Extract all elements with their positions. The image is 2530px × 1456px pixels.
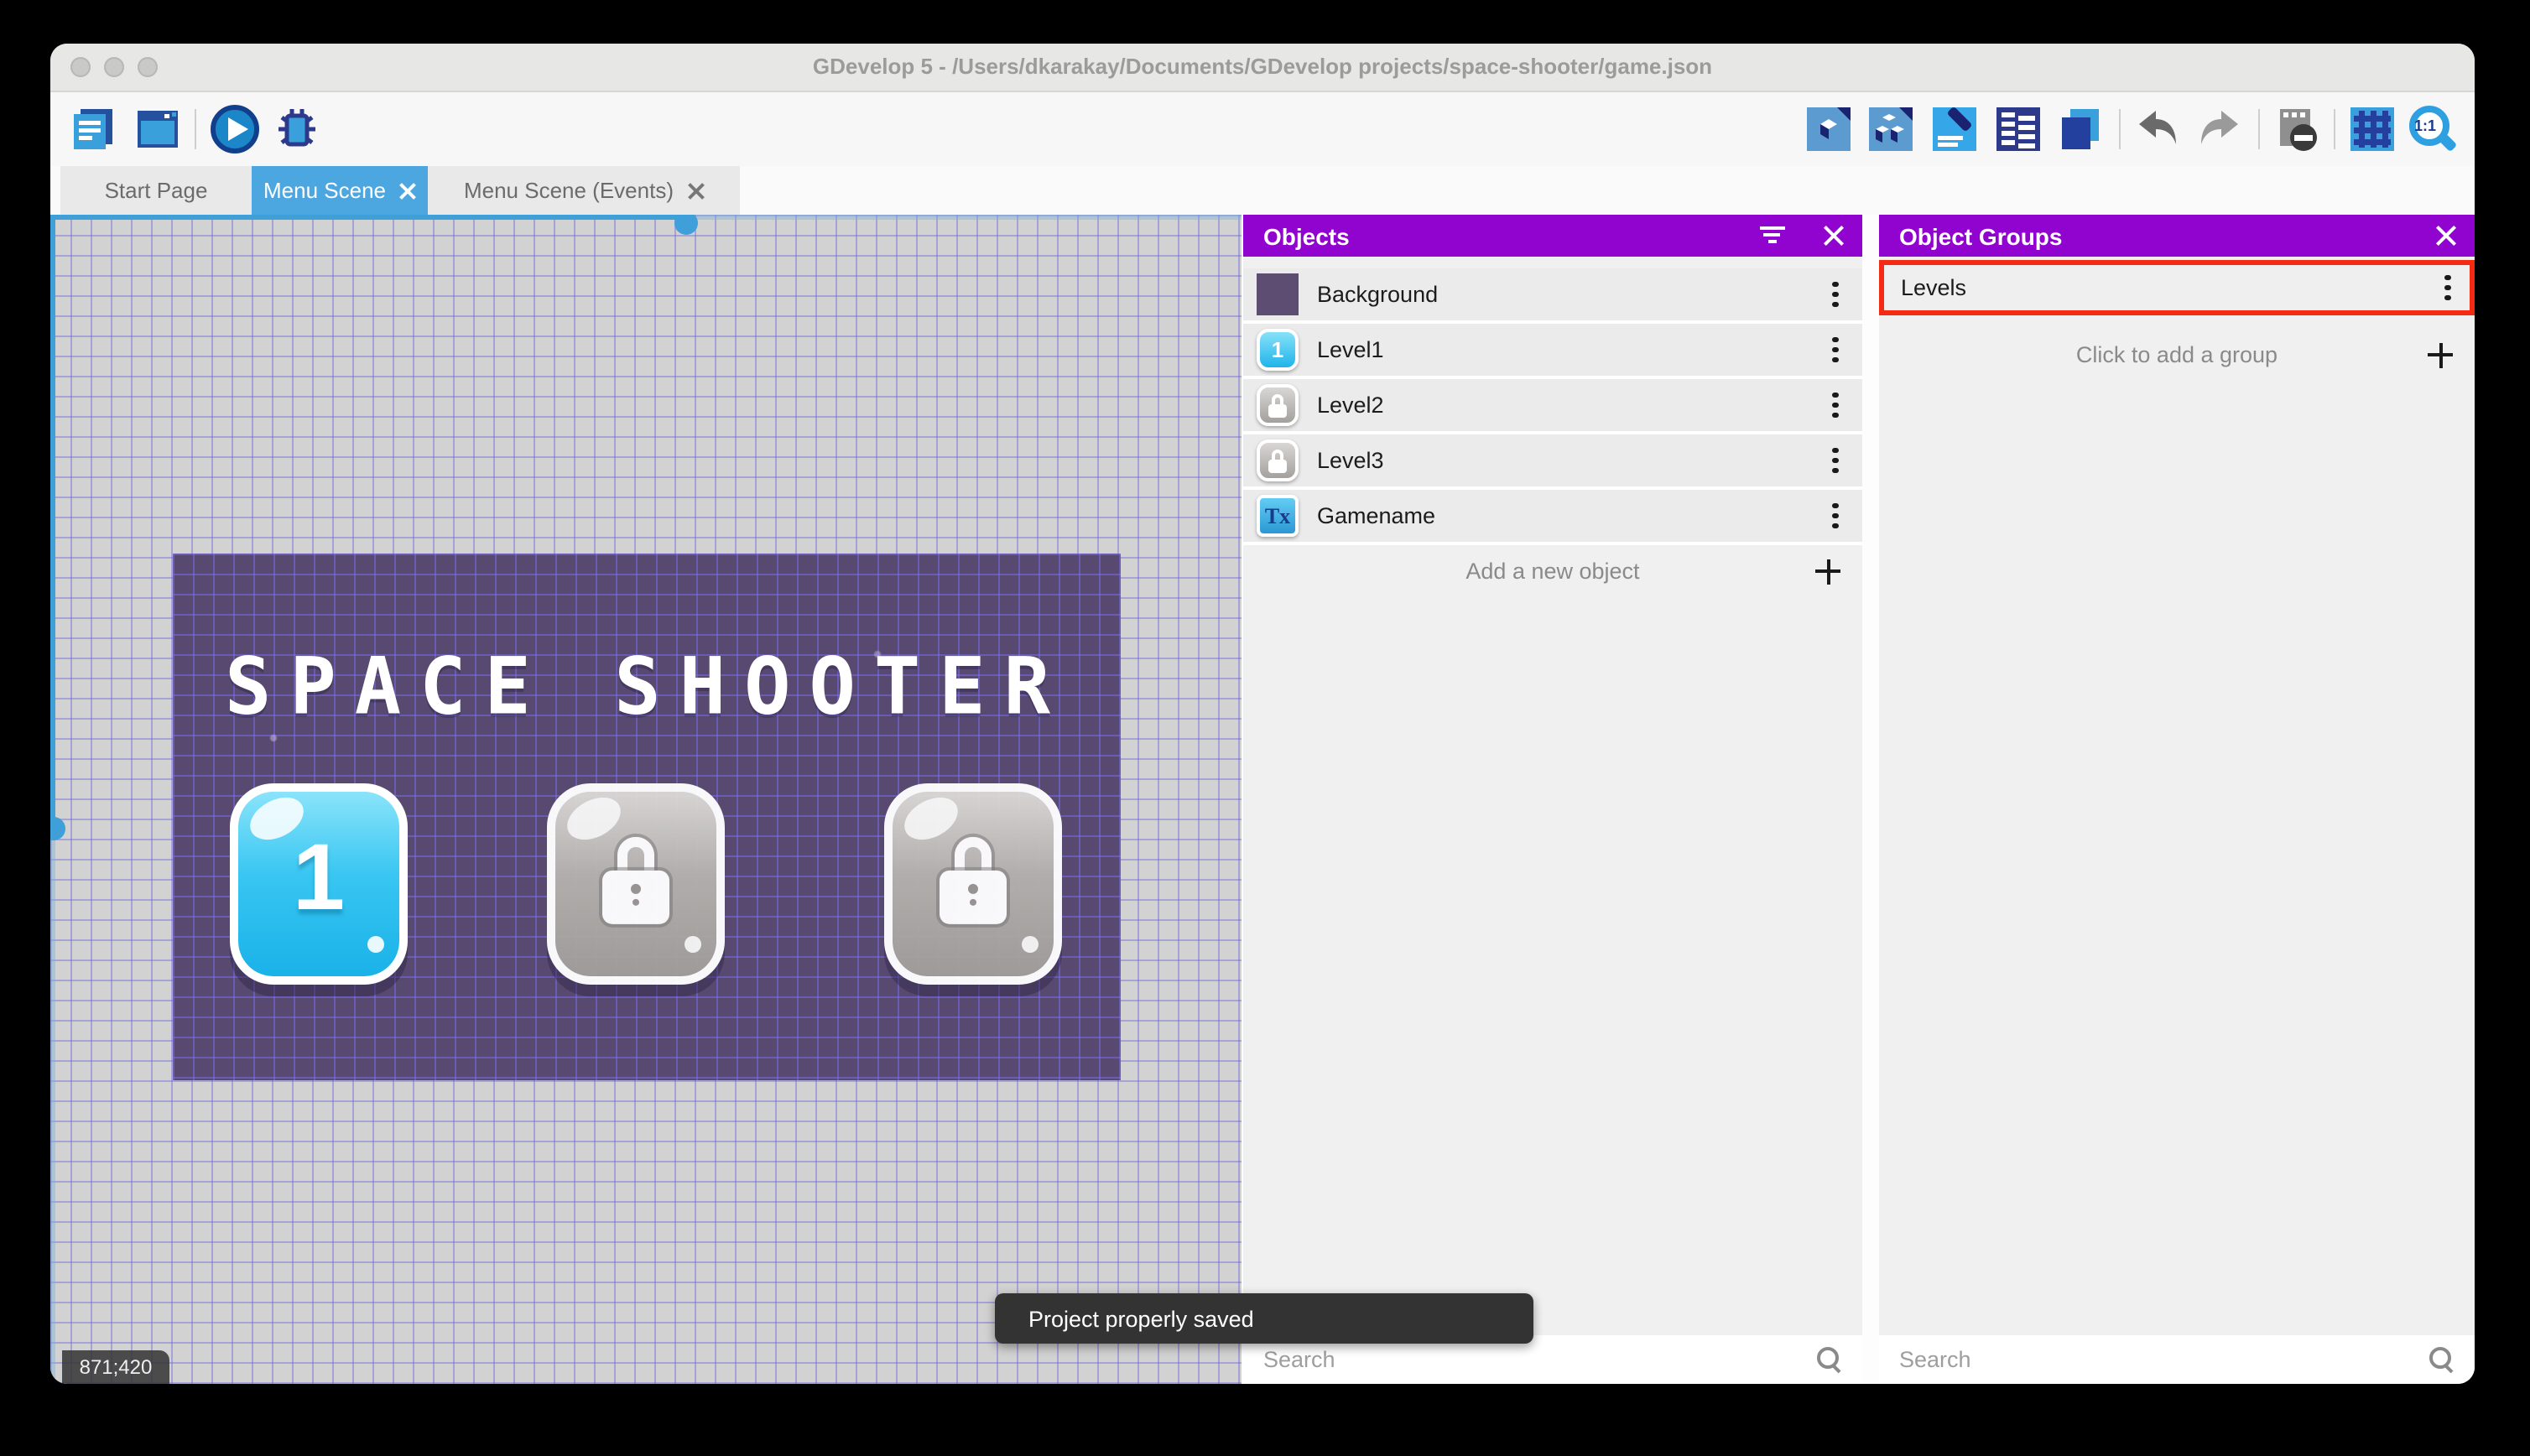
save-toast: Project properly saved bbox=[995, 1293, 1533, 1344]
plus-icon[interactable] bbox=[1815, 559, 1840, 584]
object-name: Level2 bbox=[1317, 393, 1384, 418]
screen: GDevelop 5 - /Users/dkarakay/Documents/G… bbox=[0, 0, 2530, 1456]
panel-divider bbox=[1862, 215, 1879, 1384]
editor-tab-bar: Start Page Menu Scene Menu Scene (Events… bbox=[50, 166, 2475, 215]
horizontal-scroll-knob[interactable] bbox=[674, 215, 698, 235]
scene-editor-canvas[interactable]: SPACE SHOOTER 1 871;420 bbox=[50, 215, 1242, 1384]
search-icon bbox=[2428, 1345, 2455, 1372]
tab-menu-scene[interactable]: Menu Scene bbox=[252, 166, 428, 215]
locked-level-object-icon bbox=[1257, 384, 1299, 426]
object-row-background[interactable]: Background bbox=[1243, 268, 1862, 324]
game-scene-background[interactable]: SPACE SHOOTER 1 bbox=[173, 554, 1121, 1080]
search-icon bbox=[1815, 1345, 1842, 1372]
title-bar: GDevelop 5 - /Users/dkarakay/Documents/G… bbox=[50, 44, 2475, 92]
object-groups-panel-title: Object Groups bbox=[1899, 222, 2062, 249]
gdevelop-window: GDevelop 5 - /Users/dkarakay/Documents/G… bbox=[50, 44, 2475, 1384]
toast-message: Project properly saved bbox=[1028, 1306, 1254, 1331]
close-panel-icon[interactable] bbox=[1820, 223, 1845, 248]
level2-button-object[interactable] bbox=[547, 783, 725, 985]
row-menu-icon[interactable] bbox=[1832, 392, 1839, 419]
group-name: Levels bbox=[1901, 275, 1966, 300]
filter-icon[interactable] bbox=[1758, 226, 1785, 247]
lock-icon bbox=[602, 837, 669, 924]
tab-label: Start Page bbox=[105, 178, 208, 203]
object-row-level3[interactable]: Level3 bbox=[1243, 434, 1862, 490]
redo-icon[interactable] bbox=[2194, 104, 2245, 154]
object-name: Gamename bbox=[1317, 503, 1435, 528]
object-row-level1[interactable]: 1 Level1 bbox=[1243, 324, 1862, 379]
tab-start-page[interactable]: Start Page bbox=[60, 166, 252, 215]
vertical-scrollbar[interactable] bbox=[50, 215, 55, 1384]
tab-menu-scene-events[interactable]: Menu Scene (Events) bbox=[428, 166, 740, 215]
horizontal-scrollbar[interactable] bbox=[50, 215, 1242, 220]
row-menu-icon[interactable] bbox=[1832, 281, 1839, 308]
object-groups-panel-header: Object Groups bbox=[1879, 215, 2475, 257]
row-menu-icon[interactable] bbox=[2444, 274, 2451, 301]
object-groups-panel: Object Groups Levels Click to add a grou… bbox=[1879, 215, 2475, 1384]
object-groups-editor-icon[interactable] bbox=[1866, 104, 1916, 154]
objects-panel-title: Objects bbox=[1263, 222, 1350, 249]
lock-icon bbox=[940, 837, 1007, 924]
layers-icon[interactable] bbox=[2055, 104, 2106, 154]
preview-play-icon[interactable] bbox=[210, 104, 260, 154]
level1-button-object[interactable]: 1 bbox=[230, 783, 408, 985]
render-mask-icon[interactable] bbox=[2272, 104, 2322, 154]
window-title: GDevelop 5 - /Users/dkarakay/Documents/G… bbox=[50, 44, 2475, 91]
zoom-ratio-label: 1:1 bbox=[2414, 117, 2436, 134]
locked-level-object-icon bbox=[1257, 439, 1299, 481]
objects-editor-icon[interactable] bbox=[1804, 104, 1854, 154]
object-name: Background bbox=[1317, 282, 1438, 307]
undo-icon[interactable] bbox=[2132, 104, 2183, 154]
object-name: Level1 bbox=[1317, 337, 1384, 362]
row-menu-icon[interactable] bbox=[1832, 447, 1839, 474]
toolbar-separator bbox=[195, 109, 196, 149]
toolbar-separator bbox=[2119, 109, 2121, 149]
close-tab-icon[interactable] bbox=[399, 182, 416, 199]
instances-list-icon[interactable] bbox=[1993, 104, 2043, 154]
level1-number: 1 bbox=[238, 822, 399, 931]
scene-title-object[interactable]: SPACE SHOOTER bbox=[173, 640, 1121, 732]
level3-button-object[interactable] bbox=[884, 783, 1062, 985]
cursor-coordinates: 871;420 bbox=[62, 1350, 169, 1384]
group-row-levels-highlighted[interactable]: Levels bbox=[1879, 260, 2475, 315]
properties-pencil-icon[interactable] bbox=[1929, 104, 1980, 154]
tab-label: Menu Scene (Events) bbox=[464, 178, 674, 203]
plus-icon[interactable] bbox=[2428, 342, 2453, 367]
object-row-level2[interactable]: Level2 bbox=[1243, 379, 1862, 434]
groups-search-bar bbox=[1879, 1335, 2475, 1384]
project-manager-icon[interactable] bbox=[69, 104, 119, 154]
objects-panel-header: Objects bbox=[1243, 215, 1862, 257]
object-name: Level3 bbox=[1317, 448, 1384, 473]
scene-window-icon[interactable] bbox=[133, 104, 183, 154]
vertical-scroll-knob[interactable] bbox=[50, 817, 65, 840]
gloss-dot bbox=[685, 936, 701, 953]
grid-icon[interactable] bbox=[2347, 104, 2397, 154]
add-group-row[interactable]: Click to add a group bbox=[1879, 329, 2475, 381]
gloss-dot bbox=[367, 936, 384, 953]
text-object-icon: Tx bbox=[1257, 495, 1299, 537]
add-new-object-row[interactable]: Add a new object bbox=[1243, 545, 1862, 597]
level1-object-icon: 1 bbox=[1257, 329, 1299, 371]
zoom-one-to-one-icon[interactable]: 1:1 bbox=[2406, 104, 2460, 154]
main-toolbar: 1:1 bbox=[50, 92, 2475, 166]
groups-search-input[interactable] bbox=[1879, 1335, 2475, 1384]
toolbar-separator bbox=[2334, 109, 2335, 149]
close-panel-icon[interactable] bbox=[2433, 223, 2458, 248]
add-group-label: Click to add a group bbox=[2076, 342, 2278, 367]
debug-icon[interactable] bbox=[272, 104, 322, 154]
tab-label: Menu Scene bbox=[263, 178, 386, 203]
background-object-icon bbox=[1257, 273, 1299, 315]
close-tab-icon[interactable] bbox=[687, 182, 704, 199]
row-menu-icon[interactable] bbox=[1832, 336, 1839, 363]
object-row-gamename[interactable]: Tx Gamename bbox=[1243, 490, 1862, 545]
toolbar-separator bbox=[2258, 109, 2260, 149]
add-object-label: Add a new object bbox=[1465, 559, 1639, 584]
objects-panel: Objects Background 1 Level1 Level2 Level… bbox=[1242, 215, 1862, 1384]
gloss-dot bbox=[1022, 936, 1039, 953]
row-menu-icon[interactable] bbox=[1832, 502, 1839, 529]
